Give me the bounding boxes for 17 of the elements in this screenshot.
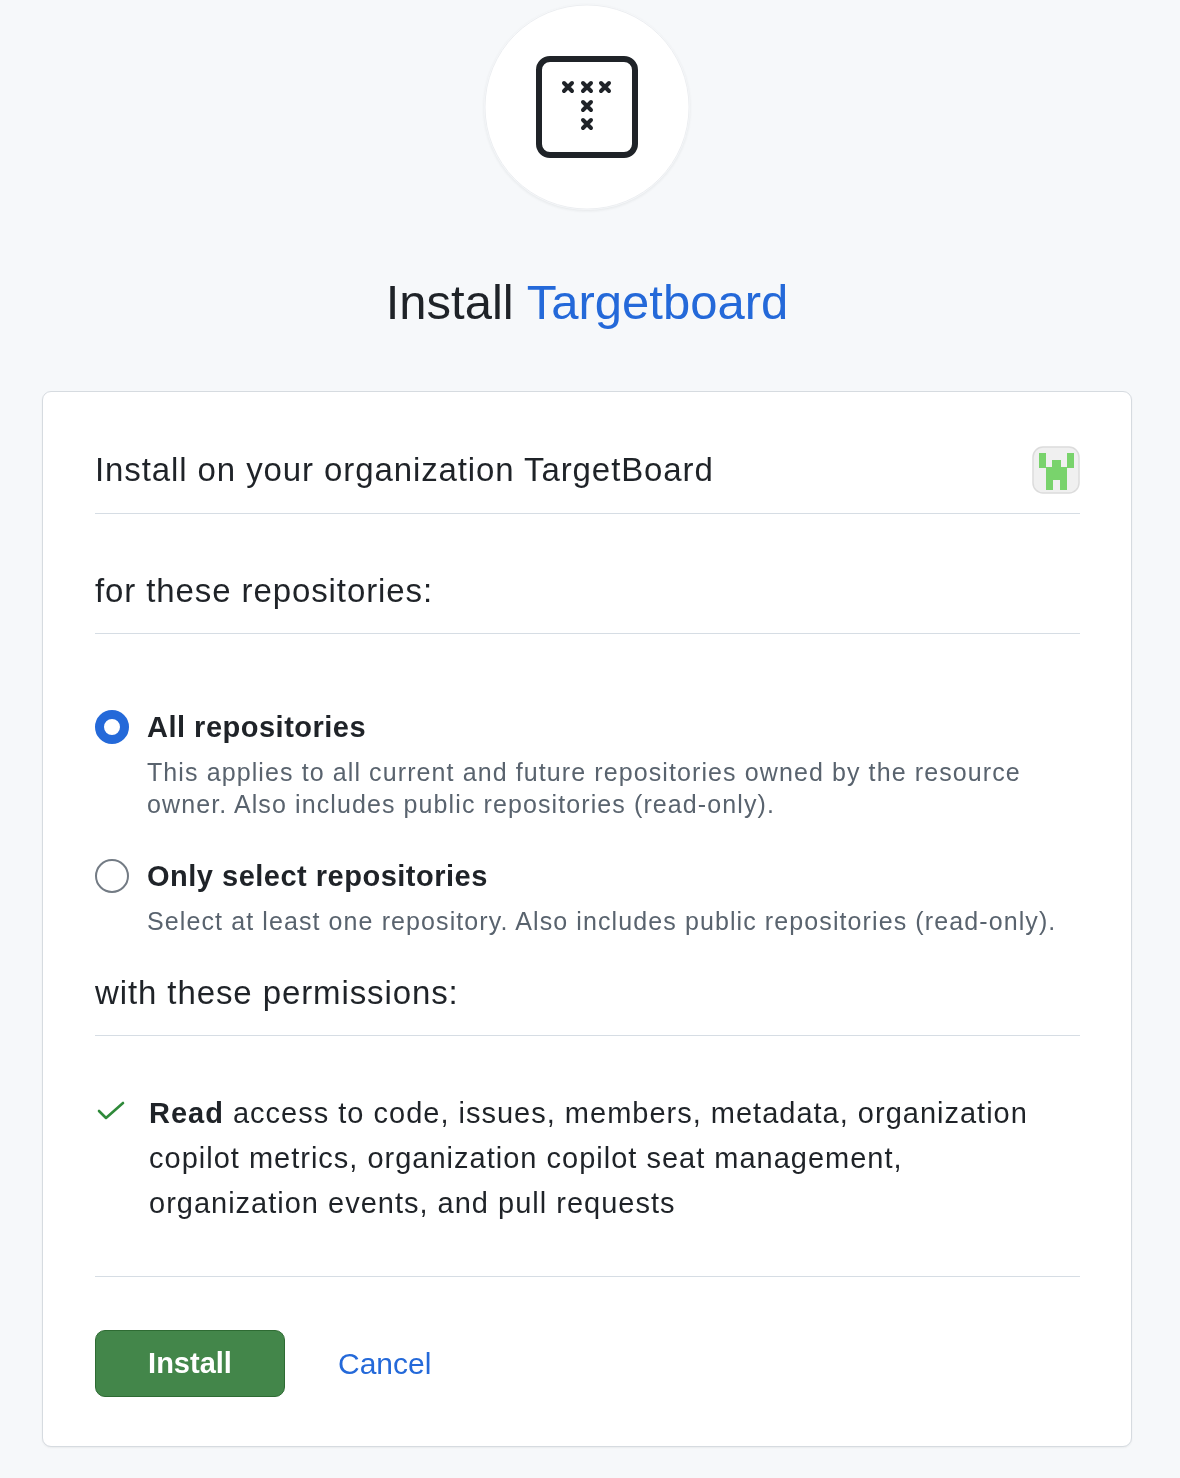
option-label[interactable]: Only select repositories (147, 858, 488, 894)
check-icon (97, 1101, 125, 1121)
radio-button[interactable] (95, 710, 129, 744)
cross-pattern-logo-icon (484, 4, 690, 210)
section-heading: for these repositories: (95, 571, 434, 611)
pixel-avatar-icon (1032, 446, 1080, 494)
app-name-link[interactable]: Targetboard (526, 274, 789, 330)
option-label[interactable]: All repositories (147, 709, 367, 745)
option-description: Select at least one repository. Also includes public repositories (read-only). (147, 906, 1057, 937)
radio-button[interactable] (95, 859, 129, 893)
cancel-link[interactable]: Cancel (338, 1346, 432, 1381)
permission-text: Read access to code, issues, members, metadata, organization copilot metrics, organization copilot seat management, organization events, and pull requests (149, 1096, 1029, 1221)
option-description: This applies to all current and future repositories owned by the resource owner. Also includes public repositories (read-only). (147, 757, 1022, 820)
installation-target-text: Install on your organization TargetBoard (95, 450, 714, 490)
section-heading: with these permissions: (95, 973, 459, 1013)
install-button[interactable]: Install (95, 1330, 285, 1397)
title-text: Install (385, 274, 514, 330)
